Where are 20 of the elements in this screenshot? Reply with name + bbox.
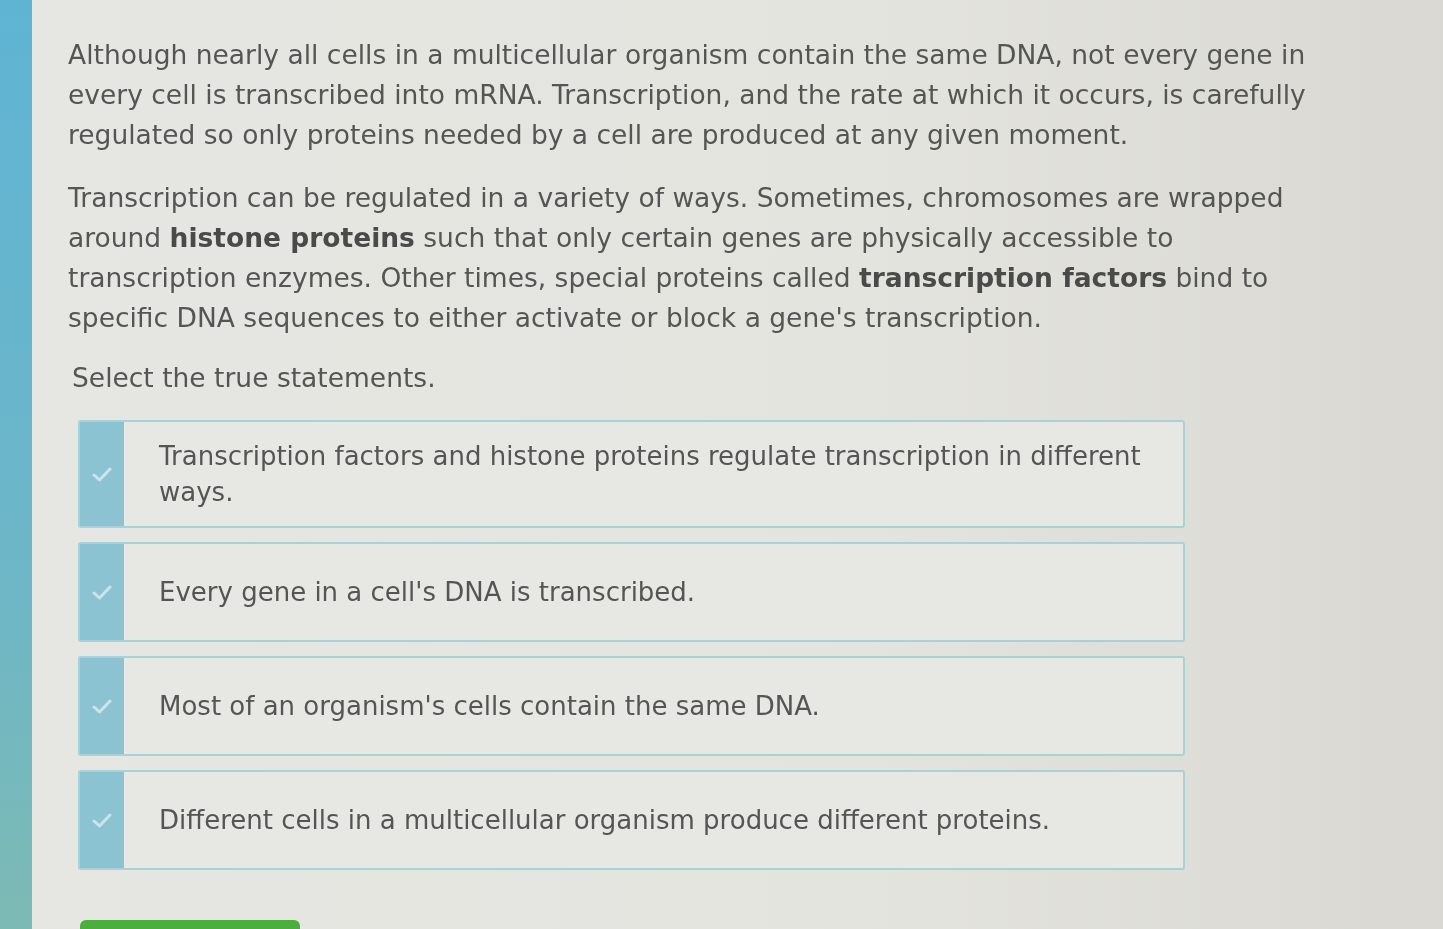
check-icon: [92, 812, 112, 828]
check-icon: [92, 584, 112, 600]
answer-option[interactable]: Every gene in a cell's DNA is transcribed.: [78, 542, 1185, 642]
option-text: Different cells in a multicellular organism produce different proteins.: [158, 804, 1052, 837]
question-prompt: Select the true statements.: [72, 361, 437, 395]
option-text: Transcription factors and histone proteins regulate transcription in different ways.: [158, 440, 1142, 509]
option-text: Most of an organism's cells contain the same DNA.: [158, 690, 821, 723]
paragraph: Transcription can be regulated in a variety of ways. Sometimes, chromosomes are wrapped around histone proteins such that only certain genes are physically accessible to transcription enzymes. Other times, special proteins called transcription factors bind to specific DNA sequences to either activate or block a gene's transcription.: [68, 181, 1285, 335]
checkbox[interactable]: [80, 772, 124, 868]
option-text: Every gene in a cell's DNA is transcribed.: [158, 576, 697, 609]
answer-option[interactable]: Transcription factors and histone proteins regulate transcription in different ways.: [78, 420, 1185, 528]
checkbox[interactable]: [80, 422, 124, 526]
checkbox[interactable]: [80, 658, 124, 754]
check-icon: [92, 698, 112, 714]
answer-option[interactable]: Different cells in a multicellular organism produce different proteins.: [78, 770, 1185, 870]
answer-option[interactable]: Most of an organism's cells contain the same DNA.: [78, 656, 1185, 756]
check-icon: [92, 466, 112, 482]
paragraph: Although nearly all cells in a multicellular organism contain the same DNA, not every gene in every cell is transcribed into mRNA. Transcription, and the rate at which it occurs, is carefully regulated so only proteins needed by a cell are produced at any given moment.: [68, 38, 1307, 152]
action-button[interactable]: [80, 920, 300, 929]
checkbox[interactable]: [80, 544, 124, 640]
